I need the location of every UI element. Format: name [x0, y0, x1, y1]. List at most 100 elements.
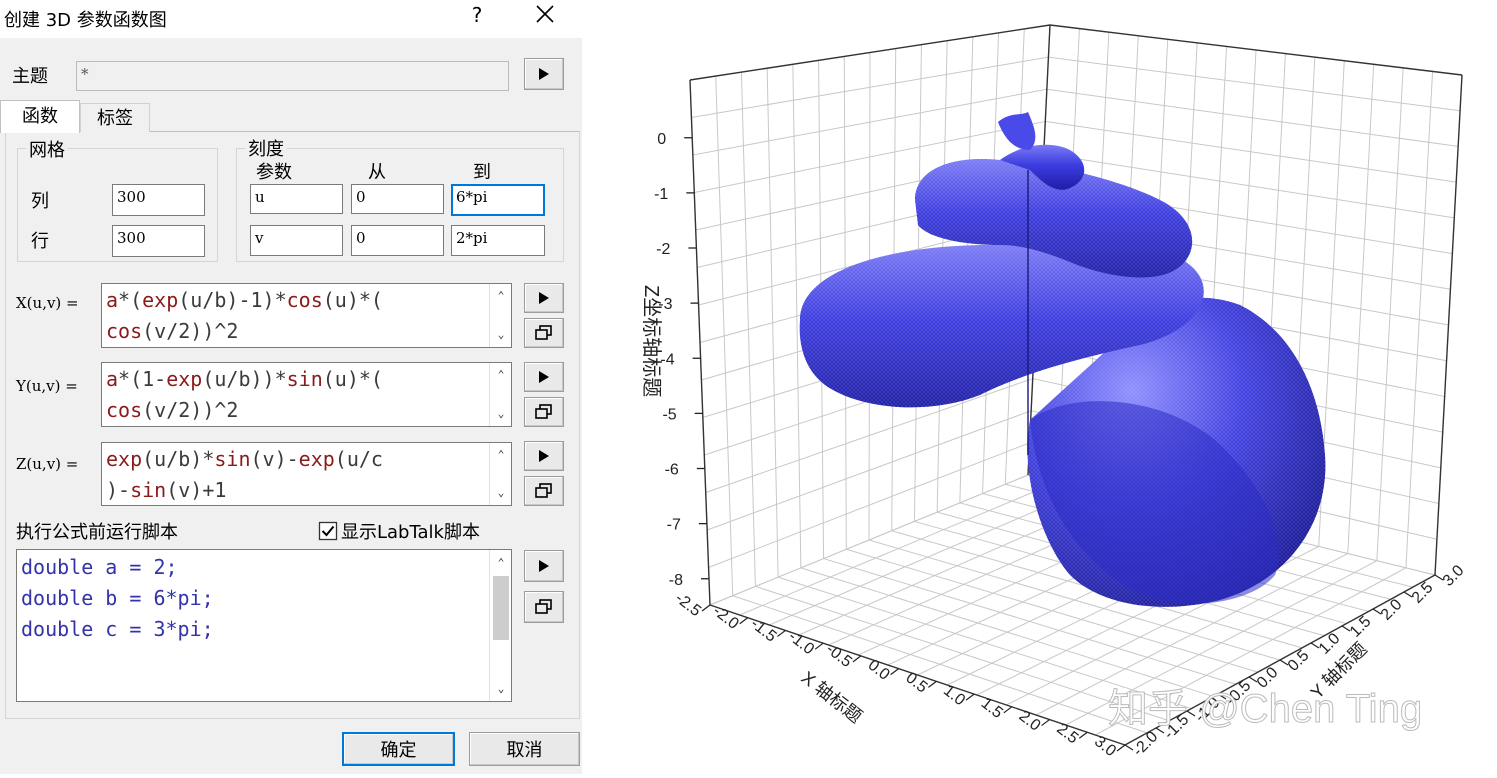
z-tick-label: -6 [665, 462, 679, 479]
y-equation-line-2: cos(v/2))^2 [106, 398, 239, 422]
x-tick-label: 0.0 [865, 657, 893, 684]
play-arrow-icon [539, 292, 549, 304]
box-edge [689, 79, 711, 606]
x-axis-label: X 轴标题 [798, 667, 866, 726]
scroll-up-icon[interactable]: ⌃ [490, 366, 511, 384]
rows-input[interactable]: 300 [112, 225, 205, 257]
script-expand-button[interactable] [524, 591, 564, 623]
scroll-up-icon[interactable]: ⌃ [490, 446, 511, 464]
x-tick-label: 2.0 [1016, 708, 1044, 735]
scale-from-v[interactable]: 0 [351, 225, 444, 256]
show-labtalk-label: 显示LabTalk脚本 [341, 522, 480, 543]
z-tick-label: -8 [669, 572, 683, 589]
x-tick-label: 1.5 [978, 695, 1006, 722]
rows-label: 行 [31, 231, 49, 252]
script-scrollbar[interactable]: ⌃ ⌄ [489, 550, 511, 701]
scale-header-param: 参数 [256, 162, 292, 183]
x-equation-menu-button[interactable] [524, 283, 564, 313]
scroll-up-icon[interactable]: ⌃ [490, 287, 511, 305]
scroll-down-icon[interactable]: ⌄ [490, 680, 511, 698]
script-menu-button[interactable] [524, 550, 564, 582]
scale-param-u[interactable]: u [250, 184, 343, 214]
y-equation-editor[interactable]: a*(1-exp(u/b))*sin(u)*( cos(v/2))^2 ⌃ ⌄ [101, 362, 512, 427]
script-line-1: double a = 2; [21, 555, 178, 579]
z-tick-label: 0 [657, 131, 666, 148]
cancel-button[interactable]: 取消 [469, 732, 580, 766]
scale-from-u[interactable]: 0 [351, 184, 444, 214]
z-equation-label: Z(u,v) = [16, 455, 79, 473]
y-tick-label: 3.0 [1440, 562, 1468, 590]
z-tick-label: -5 [662, 406, 676, 423]
z-equation-menu-button[interactable] [524, 441, 564, 471]
x-tick-label: 2.5 [1053, 720, 1081, 747]
scale-header-to: 到 [473, 162, 491, 183]
ok-button[interactable]: 确定 [342, 732, 455, 766]
box-edge [1434, 74, 1463, 576]
grid-line [1405, 71, 1434, 568]
y-tick-label: -2.0 [1130, 728, 1162, 760]
x-tick-label: 0.5 [902, 669, 930, 696]
x-equation-scrollbar[interactable]: ⌃ ⌄ [489, 284, 511, 347]
cols-label: 列 [31, 191, 49, 212]
y-equation-expand-button[interactable] [524, 397, 564, 427]
scroll-down-icon[interactable]: ⌄ [490, 326, 511, 344]
z-tick-label: -7 [667, 517, 681, 534]
script-editor[interactable]: double a = 2; double b = 6*pi; double c … [16, 549, 512, 702]
x-equation-line-1: a*(exp(u/b)-1)*cos(u)*( [106, 288, 383, 312]
x-tick-label: 1.0 [940, 682, 968, 709]
subject-menu-button[interactable] [524, 58, 564, 90]
scale-header-from: 从 [368, 162, 386, 183]
grid-line [1347, 64, 1375, 554]
subject-field[interactable]: * [76, 61, 509, 91]
windows-icon [535, 599, 552, 614]
script-line-2: double b = 6*pi; [21, 586, 214, 610]
subject-label: 主题 [12, 66, 48, 87]
scale-to-v[interactable]: 2*pi [451, 225, 545, 256]
scroll-down-icon[interactable]: ⌄ [490, 484, 511, 502]
grid-line [1048, 56, 1461, 112]
grid-line [1376, 67, 1404, 561]
scrollbar-thumb[interactable] [493, 576, 509, 640]
tab-functions[interactable]: 函数 [0, 100, 80, 133]
x-equation-label: X(u,v) = [16, 294, 79, 312]
play-arrow-icon [539, 560, 549, 572]
z-equation-editor[interactable]: exp(u/b)*sin(v)-exp(u/c )-sin(v)+1 ⌃ ⌄ [101, 442, 512, 506]
play-arrow-icon [539, 68, 549, 80]
cancel-button-label: 取消 [506, 740, 543, 761]
grid-line [740, 72, 756, 587]
x-equation-expand-button[interactable] [524, 318, 564, 348]
show-labtalk-checkbox[interactable]: 显示LabTalk脚本 [318, 518, 480, 544]
z-equation-line-1: exp(u/b)*sin(v)-exp(u/c [106, 447, 383, 471]
grid-line [715, 76, 734, 596]
tab-labels[interactable]: 标签 [80, 103, 150, 132]
play-arrow-icon [539, 450, 549, 462]
surface-tail [998, 112, 1036, 150]
x-equation-editor[interactable]: a*(exp(u/b)-1)*cos(u)*( cos(v/2))^2 ⌃ ⌄ [101, 283, 512, 348]
y-equation-menu-button[interactable] [524, 362, 564, 392]
watermark: 知乎 @Chen Ting [1108, 687, 1422, 731]
y-equation-scrollbar[interactable]: ⌃ ⌄ [489, 363, 511, 426]
box-edge [1049, 24, 1463, 76]
grid-line [1046, 88, 1459, 147]
z-equation-line-2: )-sin(v)+1 [106, 478, 227, 502]
surface-mesh [799, 112, 1326, 607]
scale-to-u[interactable]: 6*pi [451, 184, 545, 216]
grid-line [1045, 120, 1457, 183]
help-button[interactable]: ? [467, 3, 487, 31]
x-equation-line-2: cos(v/2))^2 [106, 319, 239, 343]
z-equation-scrollbar[interactable]: ⌃ ⌄ [489, 443, 511, 505]
windows-icon [535, 325, 552, 340]
cols-input[interactable]: 300 [112, 184, 205, 216]
grid-group-title: 网格 [26, 136, 68, 162]
grid-line [732, 595, 1148, 734]
scale-param-v[interactable]: v [250, 225, 343, 256]
z-equation-expand-button[interactable] [524, 476, 564, 506]
scroll-down-icon[interactable]: ⌄ [490, 405, 511, 423]
close-button[interactable] [528, 0, 562, 32]
y-tick-label: 0.5 [1285, 647, 1313, 675]
x-tick-label: 3.0 [1091, 733, 1119, 760]
title-bar: 创建 3D 参数函数图 ? [0, 0, 582, 38]
play-arrow-icon [539, 371, 549, 383]
scroll-up-icon[interactable]: ⌃ [490, 554, 511, 572]
x-tick-label: -2.5 [672, 590, 704, 620]
